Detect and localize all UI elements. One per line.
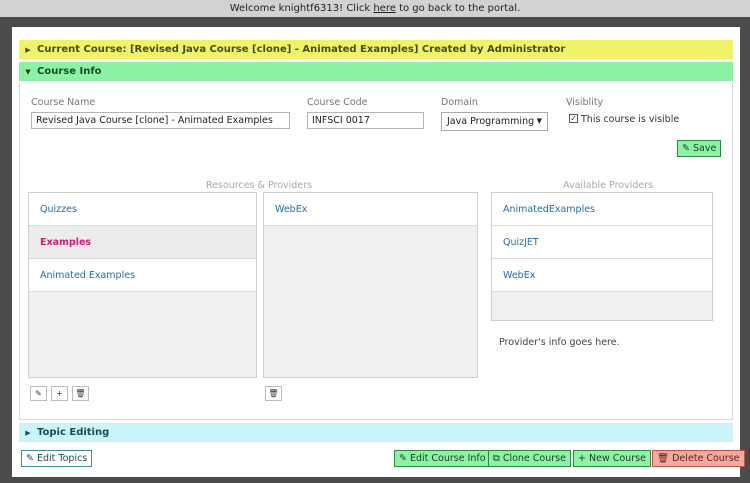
- provider-info: Provider's info goes here.: [499, 337, 620, 348]
- pencil-icon: ✎: [26, 453, 34, 464]
- clone-course-label: Clone Course: [502, 453, 566, 464]
- pencil-icon: ✎: [399, 453, 407, 464]
- delete-provider-button[interactable]: 🗑: [265, 386, 282, 401]
- resources-providers-header: Resources & Providers: [206, 180, 313, 191]
- add-resource-button[interactable]: +: [51, 386, 68, 401]
- edit-course-info-button[interactable]: ✎ Edit Course Info: [394, 450, 491, 467]
- trash-icon: 🗑: [657, 453, 670, 464]
- course-code-input[interactable]: INFSCI 0017: [307, 112, 424, 129]
- course-info-label: Course Info: [37, 66, 102, 77]
- chevron-down-icon: ▼: [536, 117, 542, 125]
- new-course-label: New Course: [589, 453, 646, 464]
- delete-resource-button[interactable]: 🗑: [72, 386, 89, 401]
- resource-item-quizzes[interactable]: Quizzes: [29, 193, 256, 226]
- course-info-panel: Course Name Revised Java Course [clone] …: [19, 83, 733, 420]
- welcome-suffix: to go back to the portal.: [395, 3, 521, 14]
- domain-label: Domain: [441, 97, 478, 108]
- trash-icon: 🗑: [268, 389, 279, 398]
- current-course-header[interactable]: ▶ Current Course: [Revised Java Course [c…: [19, 40, 733, 59]
- pencil-icon: ✎: [35, 389, 42, 398]
- caret-right-icon: ▶: [25, 429, 31, 437]
- caret-down-icon: ▼: [25, 68, 31, 76]
- welcome-text: Welcome knightf6313! Click: [229, 3, 374, 14]
- delete-course-button[interactable]: 🗑 Delete Course: [652, 450, 745, 467]
- edit-topics-button[interactable]: ✎ Edit Topics: [21, 450, 93, 467]
- resource-providers-list: WebEx: [263, 192, 478, 378]
- edit-course-info-label: Edit Course Info: [410, 453, 486, 464]
- domain-select[interactable]: Java Programming ▼: [441, 112, 548, 131]
- resource-item-examples[interactable]: Examples: [29, 226, 256, 259]
- available-providers-header: Available Providers: [563, 180, 654, 191]
- plus-icon: +: [56, 389, 63, 398]
- visibility-label: Visiblity: [566, 97, 604, 108]
- course-editor: ▶ Current Course: [Revised Java Course [c…: [12, 27, 745, 477]
- copy-icon: ⧉: [493, 453, 500, 464]
- course-info-header[interactable]: ▼ Course Info: [19, 62, 733, 81]
- resource-item-animated-examples[interactable]: Animated Examples: [29, 259, 256, 292]
- resources-list: Quizzes Examples Animated Examples: [28, 192, 257, 378]
- clone-course-button[interactable]: ⧉ Clone Course: [488, 450, 571, 467]
- available-item-quizjet[interactable]: QuizJET: [492, 226, 712, 259]
- course-name-input[interactable]: Revised Java Course [clone] - Animated E…: [31, 112, 290, 129]
- available-providers-list: AnimatedExamples QuizJET WebEx: [491, 192, 713, 321]
- available-item-animatedexamples[interactable]: AnimatedExamples: [492, 193, 712, 226]
- topic-editing-label: Topic Editing: [37, 427, 110, 438]
- course-name-label: Course Name: [31, 97, 96, 108]
- trash-icon: 🗑: [75, 389, 86, 398]
- available-item-webex[interactable]: WebEx: [492, 259, 712, 292]
- current-course-label: Current Course: [Revised Java Course [cl…: [37, 44, 566, 55]
- caret-right-icon: ▶: [25, 46, 31, 54]
- domain-value: Java Programming: [447, 116, 535, 127]
- plus-icon: +: [578, 453, 586, 464]
- course-code-label: Course Code: [307, 97, 368, 108]
- delete-course-label: Delete Course: [672, 453, 740, 464]
- save-label: Save: [693, 143, 717, 154]
- welcome-bar: Welcome knightf6313! Click here to go ba…: [0, 0, 750, 17]
- visibility-checkbox[interactable]: ✓: [569, 114, 578, 123]
- edit-topics-label: Edit Topics: [37, 453, 88, 464]
- visibility-checkbox-label: This course is visible: [581, 114, 680, 125]
- edit-resource-button[interactable]: ✎: [30, 386, 47, 401]
- portal-link[interactable]: here: [373, 3, 396, 14]
- pencil-icon: ✎: [682, 143, 690, 154]
- save-button[interactable]: ✎ Save: [677, 140, 722, 157]
- topic-editing-header[interactable]: ▶ Topic Editing: [19, 423, 733, 442]
- new-course-button[interactable]: + New Course: [573, 450, 651, 467]
- provider-item-webex[interactable]: WebEx: [264, 193, 477, 226]
